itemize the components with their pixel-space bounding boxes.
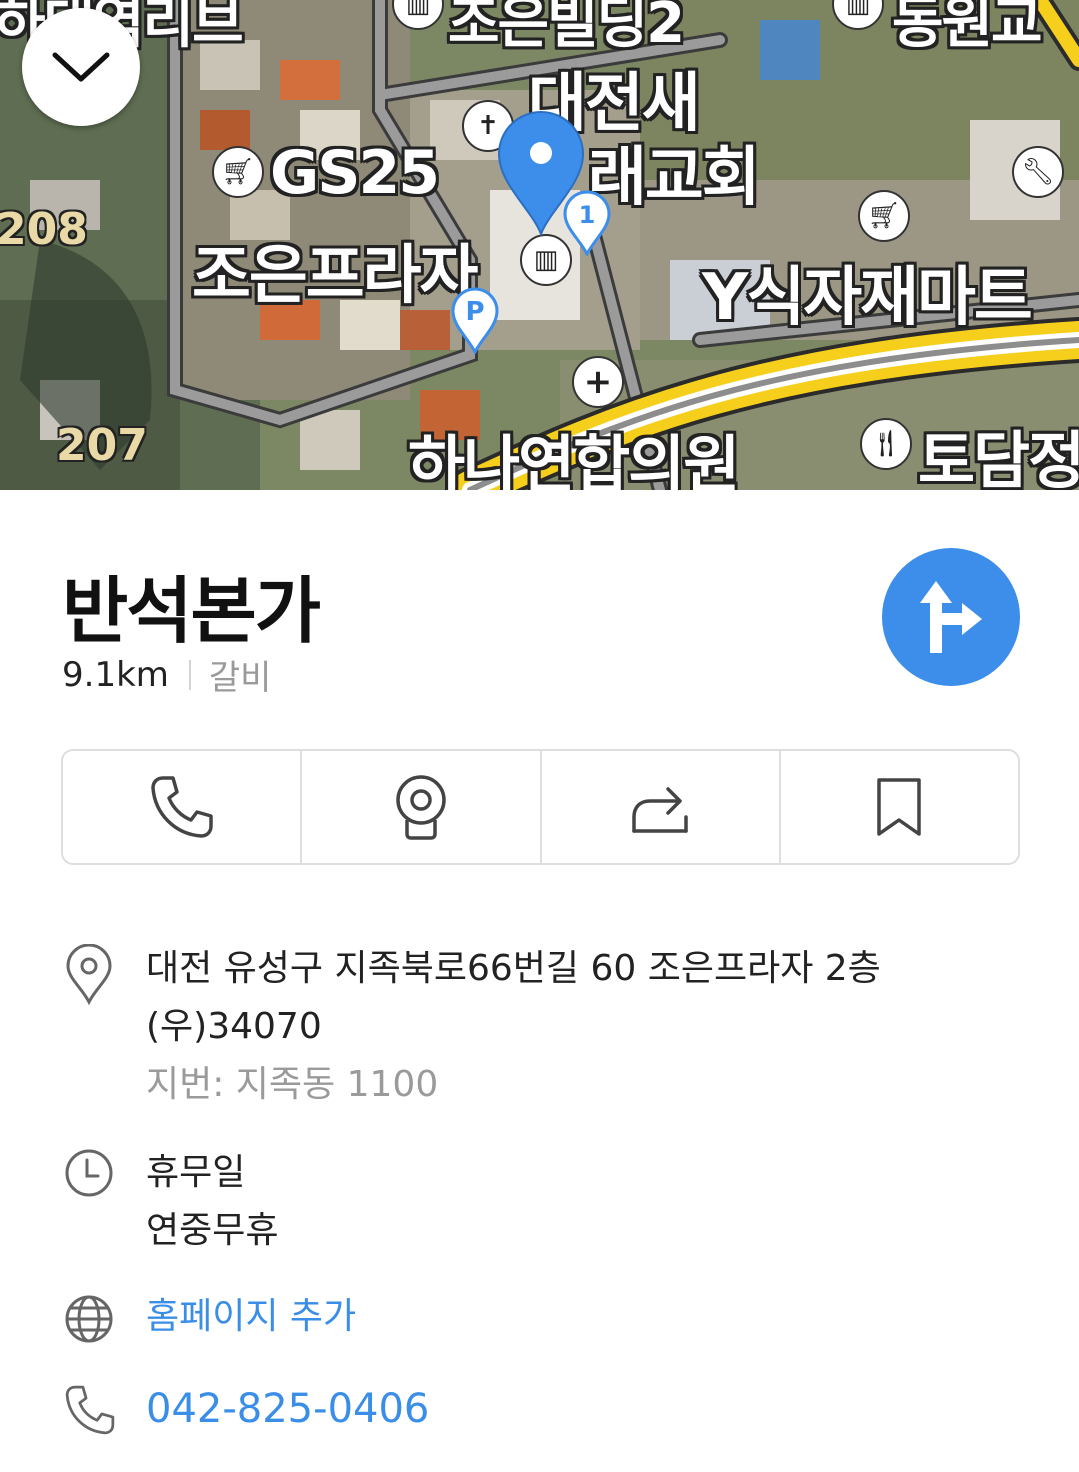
map-label-restaurant: 토담정 [918,424,1079,490]
phone-number-link[interactable]: 042-825-0406 [146,1380,429,1438]
divider [188,659,191,690]
hours-label: 휴무일 [146,1152,246,1193]
hours-value: 연중무휴 [146,1210,279,1251]
parking-marker-label: P [465,297,484,327]
place-meta: 9.1km 갈비 [62,650,271,699]
shopping-cart-icon[interactable]: 🛒︎ [212,146,264,198]
map-label-top-center: 조은빌딩2 [448,0,685,56]
action-bar [61,749,1020,865]
hours-block: 휴무일 연중무휴 [146,1144,278,1260]
hospital-icon[interactable]: + [572,356,624,408]
category-text: 갈비 [208,658,272,698]
map-label-plaza: 조은프라자 [192,239,478,313]
location-pin-outline-icon [66,944,112,1006]
place-name: 반석본가 [62,569,321,653]
road-number-207: 207 [56,420,148,471]
wrench-icon[interactable]: 🔧︎ [1012,146,1064,198]
map-label-gs25: GS25 [270,138,440,208]
map-label-mart: Y식자재마트 [702,261,1033,335]
call-button[interactable] [63,751,303,863]
directions-icon [920,581,982,653]
location-pin-icon[interactable] [496,110,586,236]
clock-icon [65,1149,113,1197]
street-view-button[interactable] [302,751,542,863]
globe-icon [65,1295,113,1343]
phone-icon [150,776,213,838]
share-button[interactable] [542,751,781,863]
restaurant-icon[interactable]: 🍴︎ [860,418,912,470]
map-label-top-right: 동원교 [892,0,1043,56]
postal-code: (우)34070 [146,1006,322,1047]
lot-number: 지번: 지족동 1100 [146,1064,439,1105]
map-label-clinic: 하나연합의원 [408,428,740,490]
directions-button[interactable] [882,548,1020,686]
save-button[interactable] [781,751,1018,863]
collapse-button[interactable] [22,8,140,126]
parking-icon[interactable]: P [450,286,500,354]
distance-text: 9.1km [62,654,169,695]
share-icon [632,787,688,833]
street-view-icon [396,775,446,840]
phone-icon [65,1385,115,1435]
map-label-church-line2: 래교회 [588,141,761,215]
chevron-down-icon [52,52,110,82]
road-number-208: 208 [0,204,88,255]
add-homepage-link[interactable]: 홈페이지 추가 [146,1288,356,1346]
address-line: 대전 유성구 지족북로66번길 60 조은프라자 2층 [146,948,881,989]
bookmark-icon [877,778,922,836]
map-view[interactable]: 하대역리브 ▥ 조은빌딩2 ▥ 동원교 대전새 ✝ 래교회 🛒︎ GS25 조은… [0,0,1079,490]
shopping-cart-icon[interactable]: 🛒︎ [858,190,910,242]
address-block: 대전 유성구 지족북로66번길 60 조은프라자 2층 (우)34070 지번:… [146,940,881,1114]
